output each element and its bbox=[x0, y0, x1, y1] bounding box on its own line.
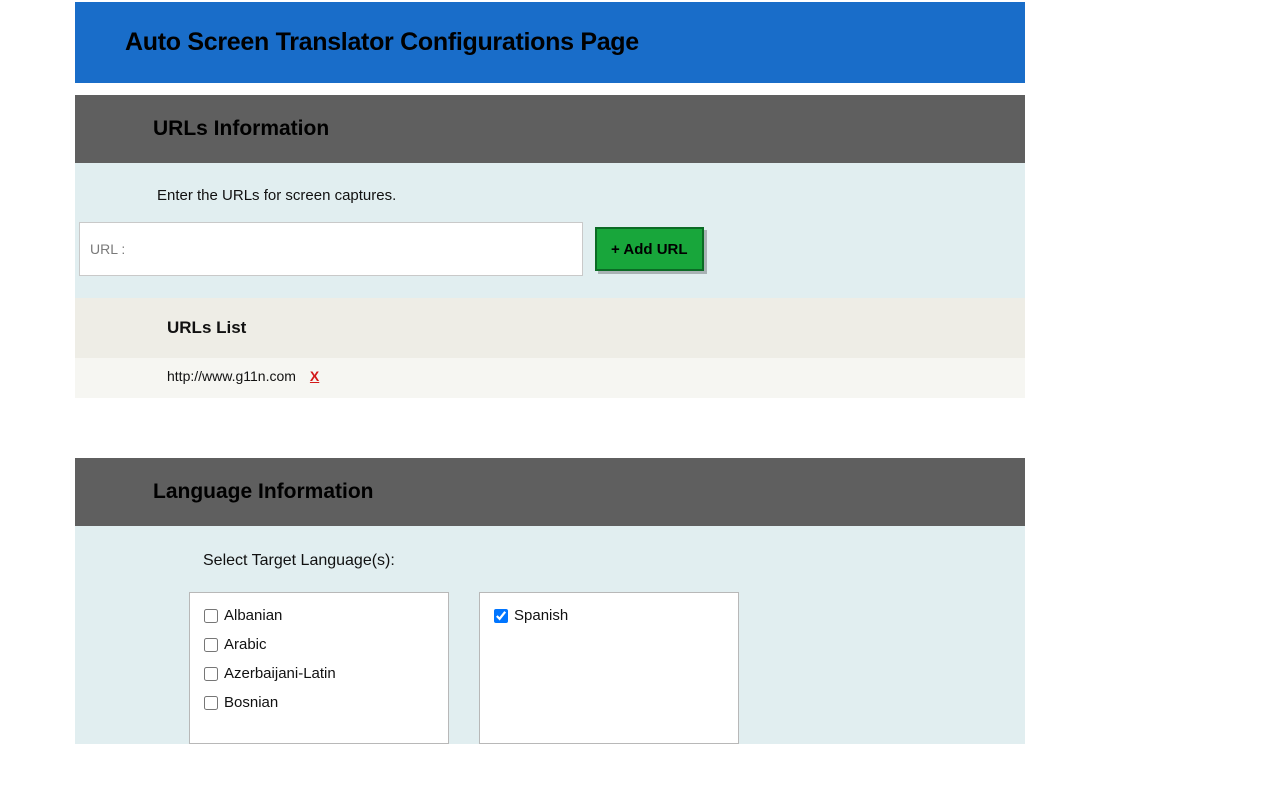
language-checkbox[interactable] bbox=[494, 609, 508, 623]
language-option[interactable]: Albanian bbox=[204, 607, 434, 624]
urls-section-header: URLs Information bbox=[75, 95, 1025, 163]
add-url-button[interactable]: + Add URL bbox=[595, 227, 704, 271]
url-input[interactable] bbox=[131, 223, 572, 275]
language-label: Albanian bbox=[224, 607, 282, 624]
page-title: Auto Screen Translator Configurations Pa… bbox=[125, 28, 975, 57]
url-prefix-label: URL : bbox=[90, 241, 125, 257]
language-checkbox[interactable] bbox=[204, 667, 218, 681]
url-field[interactable]: URL : bbox=[79, 222, 583, 276]
urls-section-body: Enter the URLs for screen captures. URL … bbox=[75, 163, 1025, 298]
url-list-item: http://www.g11n.com X bbox=[167, 368, 933, 384]
language-checkbox[interactable] bbox=[204, 696, 218, 710]
language-checkbox[interactable] bbox=[204, 609, 218, 623]
language-section-header: Language Information bbox=[75, 458, 1025, 526]
language-option[interactable]: Spanish bbox=[494, 607, 724, 624]
language-section-body: Select Target Language(s): Albanian Arab… bbox=[75, 526, 1025, 744]
language-option[interactable]: Arabic bbox=[204, 636, 434, 653]
urls-list-body: http://www.g11n.com X bbox=[75, 358, 1025, 398]
language-instruction: Select Target Language(s): bbox=[75, 552, 1025, 592]
selected-languages-box[interactable]: Spanish bbox=[479, 592, 739, 744]
page-banner: Auto Screen Translator Configurations Pa… bbox=[75, 2, 1025, 83]
language-label: Spanish bbox=[514, 607, 568, 624]
available-languages-box[interactable]: Albanian Arabic Azerbaijani-Latin Bosnia… bbox=[189, 592, 449, 744]
language-label: Arabic bbox=[224, 636, 267, 653]
urls-instruction: Enter the URLs for screen captures. bbox=[75, 181, 1025, 222]
language-label: Bosnian bbox=[224, 694, 278, 711]
language-option[interactable]: Azerbaijani-Latin bbox=[204, 665, 434, 682]
language-checkbox[interactable] bbox=[204, 638, 218, 652]
delete-url-button[interactable]: X bbox=[310, 368, 319, 384]
language-option[interactable]: Bosnian bbox=[204, 694, 434, 711]
urls-list-header: URLs List bbox=[75, 298, 1025, 358]
url-list-item-text: http://www.g11n.com bbox=[167, 368, 296, 384]
language-label: Azerbaijani-Latin bbox=[224, 665, 336, 682]
